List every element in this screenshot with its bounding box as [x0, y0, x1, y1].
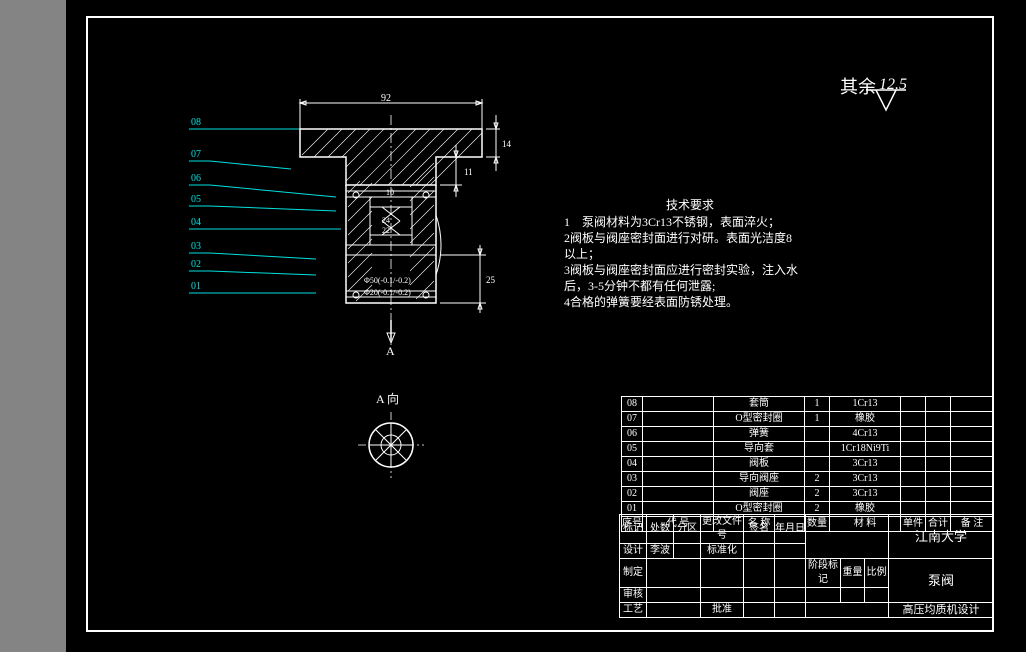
tech-req-body: 1 泵阀材料为3Cr13不锈钢，表面淬火； 2阀板与阀座密封面进行对研。表面光洁… — [564, 214, 844, 310]
part-name: 泵阀 — [889, 559, 994, 603]
table-row: 03导向阀座23Cr13 — [622, 472, 994, 487]
project-name: 高压均质机设计 — [889, 603, 994, 618]
dim-i1: 10 — [386, 188, 394, 197]
table-row: 06弹簧4Cr13 — [622, 427, 994, 442]
table-row: 05导向套1Cr18Ni9Ti — [622, 442, 994, 457]
tech-req-line: 以上； — [564, 246, 844, 262]
section-label: A 向 — [376, 392, 399, 406]
dim-h2: 11 — [464, 167, 473, 177]
cad-viewer: 其余 12.5 /* placeholder so binding below … — [66, 0, 1026, 652]
table-row: 08套筒11Cr13 — [622, 397, 994, 412]
table-row: 04阀板3Cr13 — [622, 457, 994, 472]
dim-i2: 24 — [382, 216, 390, 225]
dim-dia2: Φ20(-0.1/-0.2) — [364, 288, 411, 297]
table-row: 02阀座23Cr13 — [622, 487, 994, 502]
dim-dia1: Φ50(-0.1/-0.2) — [364, 276, 411, 285]
tech-req-title: 技术要求 — [666, 198, 714, 212]
dim-side: 25 — [486, 275, 496, 285]
tech-req-line: 2阀板与阀座密封面进行对研。表面光洁度8 — [564, 230, 844, 246]
tech-req-line: 4合格的弹簧要经表面防锈处理。 — [564, 294, 844, 310]
main-section: 92 14 11 Φ50(-0.1/-0.2) Φ20(-0.1/-0.2) — [286, 95, 506, 355]
surface-symbol: 12.5 — [861, 75, 921, 115]
tech-req-line: 3阀板与阀座密封面应进行密封实验，注入水 — [564, 262, 844, 278]
table-row: 07O型密封圈1橡胶 — [622, 412, 994, 427]
bom-table: 08套筒11Cr1307O型密封圈1橡胶06弹簧4Cr1305导向套1Cr18N… — [621, 396, 994, 532]
dim-top: 92 — [381, 93, 391, 104]
a-view — [356, 410, 426, 480]
tech-req-line: 后，3-5分钟不都有任何泄露; — [564, 278, 844, 294]
dim-i3: 22 — [382, 226, 390, 235]
tech-req-line: 1 泵阀材料为3Cr13不锈钢，表面淬火； — [564, 214, 844, 230]
section-arrow: A — [386, 344, 395, 358]
school: 江南大学 — [889, 515, 994, 559]
dim-h1: 14 — [502, 139, 512, 149]
title-block: 标记 处数 分区 更改文件号 签名 年月日 江南大学 设计 李波 标准化 制定 … — [619, 514, 994, 618]
